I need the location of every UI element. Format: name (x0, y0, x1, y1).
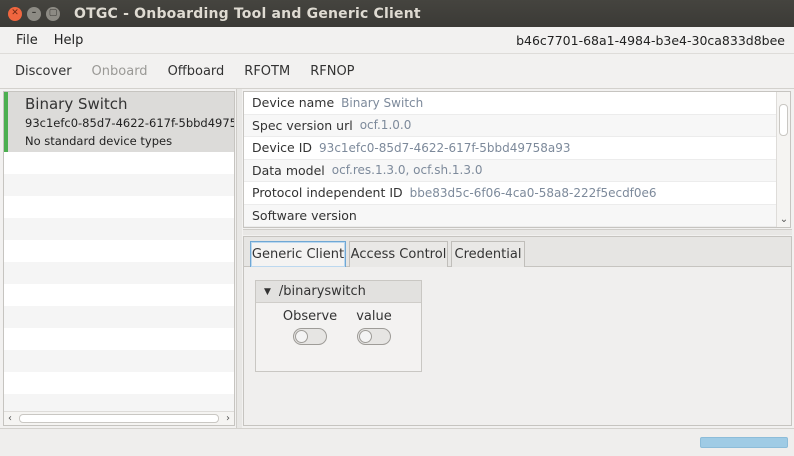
collapse-triangle-icon[interactable]: ▼ (264, 287, 271, 297)
scroll-thumb[interactable] (779, 104, 788, 136)
horizontal-splitter[interactable] (243, 229, 792, 235)
progress-bar (700, 437, 788, 448)
info-label: Protocol independent ID (252, 185, 403, 201)
rfnop-button[interactable]: RFNOP (310, 64, 354, 79)
tab-pane: Generic Client Access Control Credential… (243, 236, 792, 426)
info-row: Device ID 93c1efc0-85d7-4622-617f-5bbd49… (244, 137, 790, 160)
onboard-button[interactable]: Onboard (92, 64, 148, 79)
menu-file[interactable]: File (16, 33, 38, 48)
value-column: value (352, 309, 396, 345)
info-value: bbe83d5c-6f06-4ca0-58a8-222f5ecdf0e6 (409, 185, 657, 200)
discover-button[interactable]: Discover (15, 64, 72, 79)
status-bar (0, 428, 794, 456)
tab-access-control[interactable]: Access Control (349, 241, 448, 267)
info-label: Device ID (252, 140, 313, 156)
scroll-down-icon[interactable]: ⌄ (777, 214, 790, 225)
minimize-icon[interactable]: – (27, 6, 41, 21)
window-title: OTGC - Onboarding Tool and Generic Clien… (74, 5, 421, 22)
tab-generic-client[interactable]: Generic Client (250, 241, 346, 267)
observe-column: Observe (280, 309, 340, 345)
device-types: No standard device types (25, 134, 173, 148)
value-toggle[interactable] (357, 328, 391, 345)
value-label: value (356, 309, 392, 324)
info-row: Protocol independent ID bbe83d5c-6f06-4c… (244, 182, 790, 205)
observe-toggle[interactable] (293, 328, 327, 345)
vertical-splitter[interactable] (236, 89, 242, 428)
horizontal-scrollbar[interactable]: ‹ › (4, 411, 234, 425)
toggle-knob (359, 330, 372, 343)
info-row: Data model ocf.res.1.3.0, ocf.sh.1.3.0 (244, 159, 790, 182)
scroll-thumb[interactable] (19, 414, 219, 423)
device-id: 93c1efc0-85d7-4622-617f-5bbd49758a93 (25, 116, 234, 130)
maximize-icon[interactable]: ▢ (46, 6, 60, 21)
device-list-item[interactable]: Binary Switch 93c1efc0-85d7-4622-617f-5b… (4, 92, 234, 152)
device-name: Binary Switch (25, 95, 128, 113)
tab-strip: Generic Client Access Control Credential (244, 237, 791, 267)
info-row: Spec version url ocf.1.0.0 (244, 114, 790, 137)
empty-rows (4, 152, 234, 416)
title-bar: ✕ – ▢ OTGC - Onboarding Tool and Generic… (0, 0, 794, 27)
info-row: Device name Binary Switch (244, 92, 790, 115)
info-label: Data model (252, 162, 325, 178)
device-list: Binary Switch 93c1efc0-85d7-4622-617f-5b… (3, 91, 235, 426)
menu-bar: File Help b46c7701-68a1-4984-b3e4-30ca83… (0, 27, 794, 54)
close-icon[interactable]: ✕ (8, 6, 22, 21)
window-controls: ✕ – ▢ (8, 6, 60, 21)
client-uuid: b46c7701-68a1-4984-b3e4-30ca833d8bee (516, 33, 785, 48)
info-value: ocf.1.0.0 (359, 118, 412, 133)
rfotm-button[interactable]: RFOTM (244, 64, 290, 79)
vertical-scrollbar[interactable]: ⌄ (776, 92, 790, 227)
toolbar: Discover Onboard Offboard RFOTM RFNOP (0, 55, 794, 89)
resource-path: /binaryswitch (278, 284, 366, 299)
observe-label: Observe (282, 309, 338, 324)
info-label: Device name (252, 95, 335, 111)
resource-header[interactable]: ▼ /binaryswitch (256, 281, 421, 303)
info-label: Software version (252, 207, 357, 223)
device-info-panel: Device name Binary Switch Spec version u… (243, 91, 791, 228)
scroll-left-icon[interactable]: ‹ (4, 413, 16, 424)
info-value: 93c1efc0-85d7-4622-617f-5bbd49758a93 (319, 140, 571, 155)
toggle-knob (295, 330, 308, 343)
menu-help[interactable]: Help (54, 33, 84, 48)
offboard-button[interactable]: Offboard (168, 64, 225, 79)
resource-panel: ▼ /binaryswitch Observe value (255, 280, 422, 372)
info-row: Software version (244, 204, 790, 227)
info-value: Binary Switch (341, 95, 424, 110)
info-label: Spec version url (252, 117, 353, 133)
scroll-right-icon[interactable]: › (222, 413, 234, 424)
tab-credential[interactable]: Credential (451, 241, 525, 267)
info-value: ocf.res.1.3.0, ocf.sh.1.3.0 (331, 163, 483, 178)
